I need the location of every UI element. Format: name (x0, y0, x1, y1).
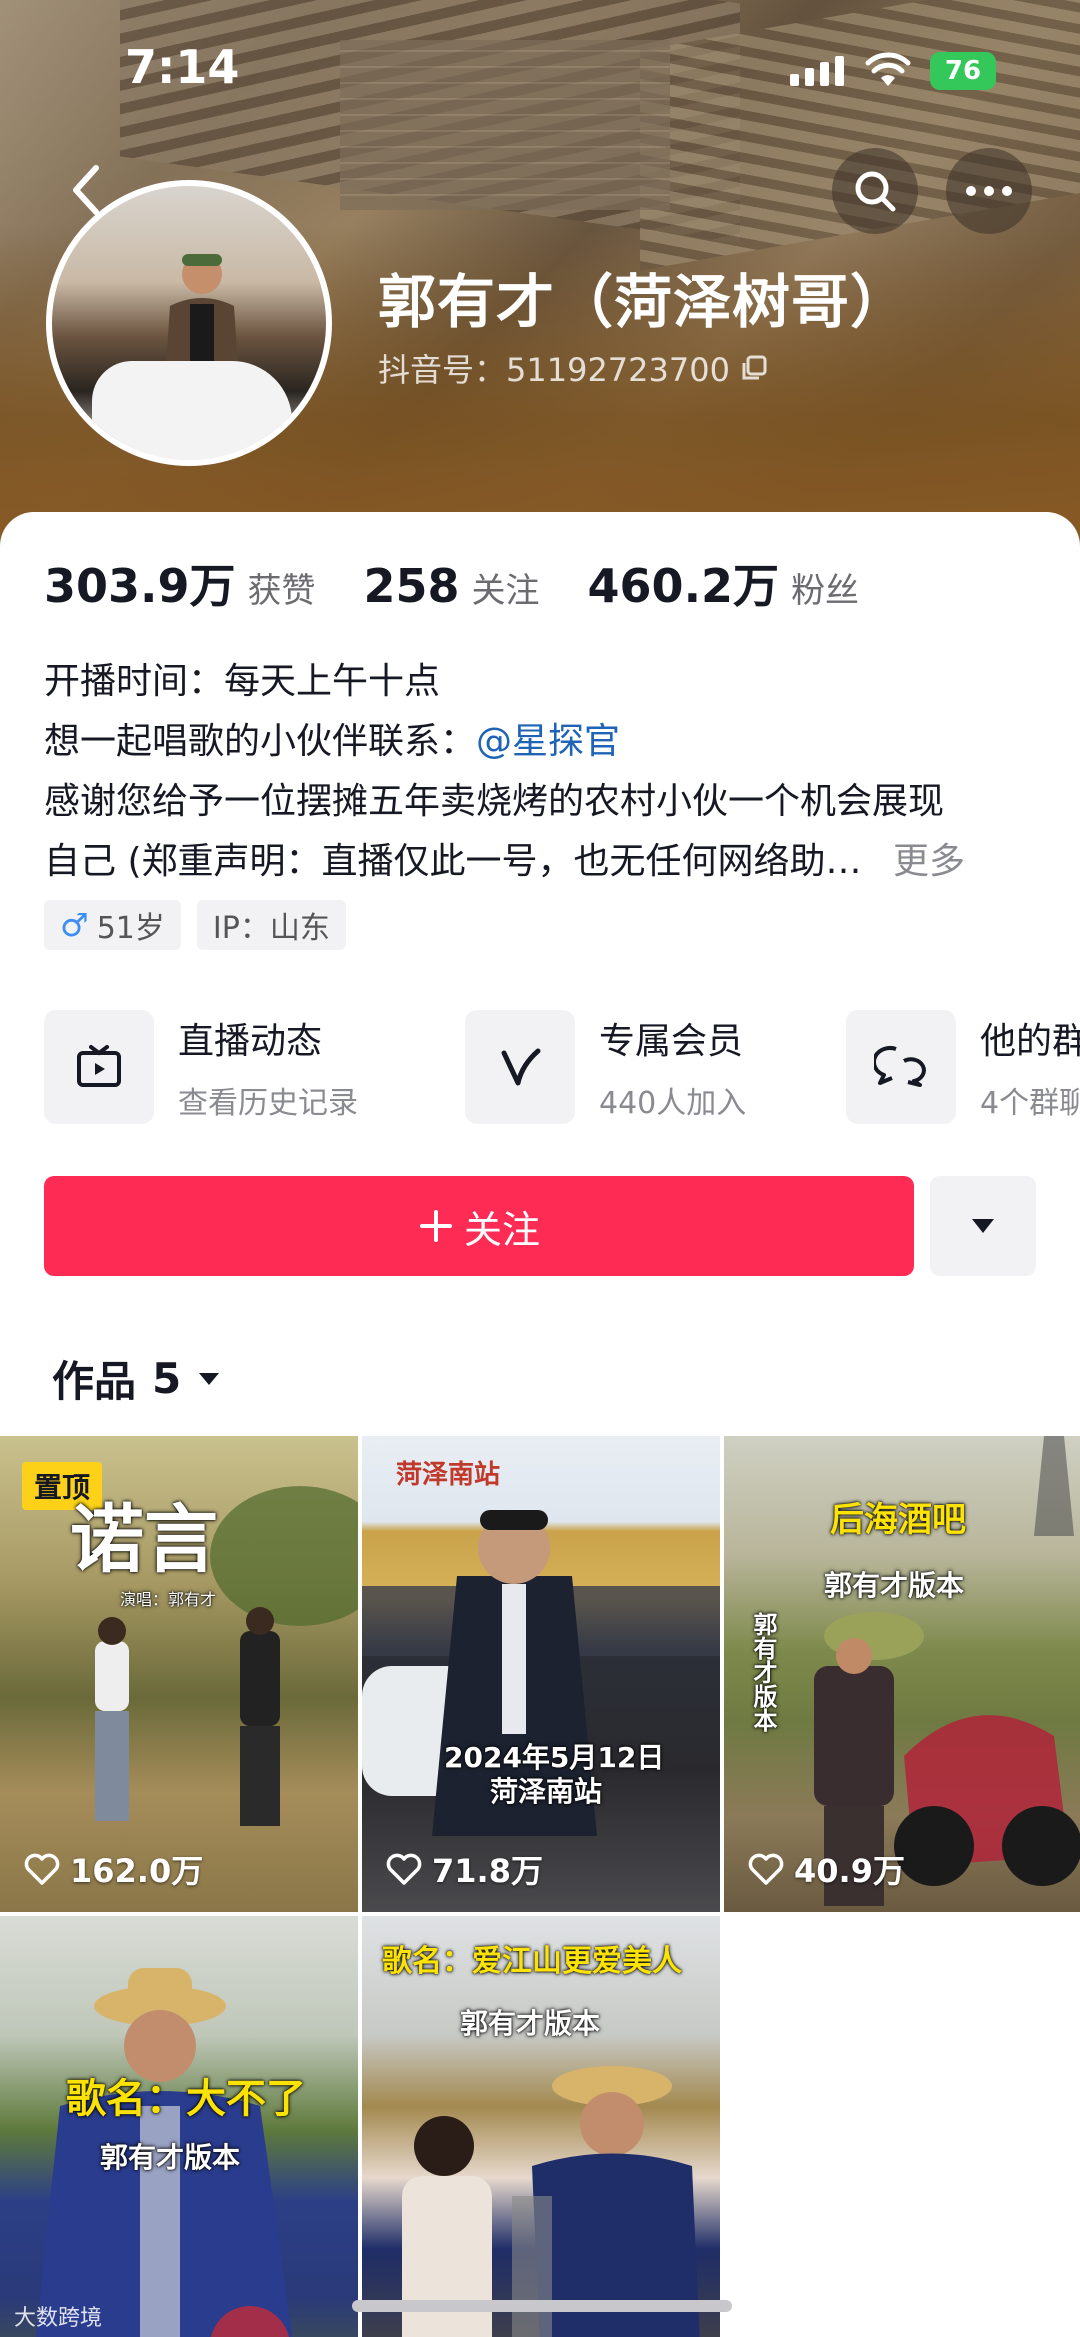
video-likes: 71.8万 (386, 1846, 543, 1892)
tv-icon (44, 1010, 154, 1124)
shortcut-title: 专属会员 (599, 1021, 744, 1062)
shortcut-title: 直播动态 (178, 1021, 323, 1062)
douyin-id-row: 抖音号：51192723700 (378, 345, 768, 391)
shortcut-live-history[interactable]: 直播动态 查看历史记录 (44, 1010, 358, 1124)
works-count: 5 (152, 1354, 182, 1403)
more-options-button[interactable] (946, 148, 1032, 234)
avatar-scooter (92, 361, 292, 460)
caret-down-icon (199, 1372, 220, 1385)
video-title: 后海酒吧 (830, 1500, 966, 1540)
chat-bubbles-icon (846, 1010, 956, 1124)
likes-label[interactable]: 获赞 (248, 563, 316, 612)
search-icon (855, 171, 896, 212)
heart-icon (24, 1853, 60, 1885)
works-label: 作品 (52, 1357, 137, 1406)
video-subtitle: 郭有才版本 (100, 2141, 241, 2174)
age-text: 51岁 (96, 911, 165, 946)
bio-line-3: 感谢您给予一位摆摊五年卖烧烤的农村小伙一个机会展现 (44, 781, 945, 822)
watermark: 大数跨境 (14, 2306, 103, 2331)
video-likes-count: 162.0万 (70, 1852, 204, 1890)
v-icon (465, 1010, 575, 1124)
followers-count[interactable]: 460.2万 (588, 550, 780, 616)
bio-line-4: 自己 (郑重声明：直播仅此一号，也无任何网络助… 更多 (44, 832, 1044, 892)
video-title: 诺言 (70, 1497, 218, 1583)
video-likes: 162.0万 (24, 1846, 203, 1892)
profile-card: 303.9万 获赞 258 关注 460.2万 粉丝 开播时间：每天上午十点 想… (0, 512, 1080, 2337)
recommend-dropdown-button[interactable] (930, 1176, 1036, 1276)
battery-indicator: 76 (930, 52, 996, 90)
video-thumbnail (362, 1510, 720, 1836)
likes-count[interactable]: 303.9万 (44, 550, 236, 616)
avatar[interactable] (46, 180, 332, 466)
video-likes-count: 40.9万 (794, 1852, 905, 1890)
profile-stats: 303.9万 获赞 258 关注 460.2万 粉丝 (44, 550, 907, 616)
wifi-icon (865, 52, 911, 86)
video-title: 歌名：爱江山更爱美人 (382, 1944, 682, 1979)
follow-label: 关注 (463, 1207, 540, 1252)
copy-icon[interactable] (740, 354, 768, 382)
profile-bio: 开播时间：每天上午十点 想一起唱歌的小伙伴联系：@星探官 感谢您给予一位摆摊五年… (44, 652, 1044, 892)
shortcut-subtitle: 4个群聊 (980, 1086, 1080, 1121)
followers-label[interactable]: 粉丝 (791, 563, 859, 612)
bio-line-1: 开播时间：每天上午十点 (44, 661, 441, 702)
shortcut-subtitle: 查看历史记录 (178, 1086, 358, 1121)
video-credit: 演唱：郭有才 (120, 1590, 217, 1609)
profile-name: 郭有才（菏泽树哥） (378, 268, 910, 336)
heart-icon (748, 1853, 784, 1885)
age-tag: ♂ 51岁 (44, 900, 181, 950)
plus-icon (419, 1210, 452, 1242)
bio-more-link[interactable]: 更多 (893, 841, 965, 882)
video-item[interactable]: 歌名：爱江山更爱美人 郭有才版本 (362, 1916, 720, 2337)
video-item[interactable]: 歌名：大不了 郭有才版本 (0, 1916, 358, 2337)
profile-tags: ♂ 51岁 IP：山东 (44, 900, 346, 950)
video-caption-place: 菏泽南站 (490, 1775, 603, 1808)
station-sign: 菏泽南站 (396, 1460, 501, 1490)
shortcut-membership[interactable]: 专属会员 440人加入 (465, 1010, 746, 1124)
signal-icon (790, 56, 844, 86)
ip-text: IP：山东 (212, 911, 330, 946)
bio-line-2: 想一起唱歌的小伙伴联系：@星探官 (44, 712, 1044, 772)
douyin-id: 抖音号：51192723700 (378, 351, 730, 389)
video-likes-count: 71.8万 (432, 1852, 543, 1890)
video-likes: 40.9万 (748, 1846, 905, 1892)
video-thumbnail (35, 1968, 293, 2337)
video-item[interactable]: 置顶 诺言 演唱：郭有才 162.0万 (0, 1436, 358, 1912)
caret-down-icon (972, 1219, 994, 1233)
video-title: 歌名：大不了 (66, 2076, 306, 2122)
video-subtitle: 郭有才版本 (460, 2007, 601, 2040)
following-label[interactable]: 关注 (472, 563, 540, 612)
tab-works[interactable]: 作品 5 (52, 1348, 221, 1409)
shortcut-title: 他的群 (980, 1021, 1080, 1062)
status-time: 7:14 (125, 40, 240, 94)
follow-button[interactable]: 关注 (44, 1176, 914, 1276)
search-button[interactable] (832, 148, 918, 234)
heart-icon (386, 1853, 422, 1885)
ip-tag: IP：山东 (196, 900, 346, 950)
home-indicator[interactable] (352, 2300, 732, 2312)
video-item[interactable]: 菏泽南站 2024年5月12日 菏泽南站 71.8万 (362, 1436, 720, 1912)
video-side-text: 郭有才版本 (749, 1612, 777, 1732)
video-subtitle: 郭有才版本 (824, 1569, 965, 1602)
bio-mention-link[interactable]: @星探官 (476, 721, 620, 762)
following-count[interactable]: 258 (364, 559, 460, 613)
bio-line-4-text: 自己 (郑重声明：直播仅此一号，也无任何网络助… (44, 841, 862, 882)
more-dots-icon (966, 186, 1012, 196)
profile-shortcuts: 直播动态 查看历史记录 专属会员 440人加入 他的群 4个群聊 (44, 1010, 1080, 1124)
video-item[interactable]: 后海酒吧 郭有才版本 郭有才版本 40.9万 (724, 1436, 1080, 1912)
shortcut-groups[interactable]: 他的群 4个群聊 (846, 1010, 1080, 1124)
bio-contact-label: 想一起唱歌的小伙伴联系： (44, 721, 477, 762)
status-bar: 7:14 76 (0, 0, 1080, 140)
male-icon: ♂ (60, 906, 89, 944)
shortcut-subtitle: 440人加入 (599, 1086, 747, 1121)
